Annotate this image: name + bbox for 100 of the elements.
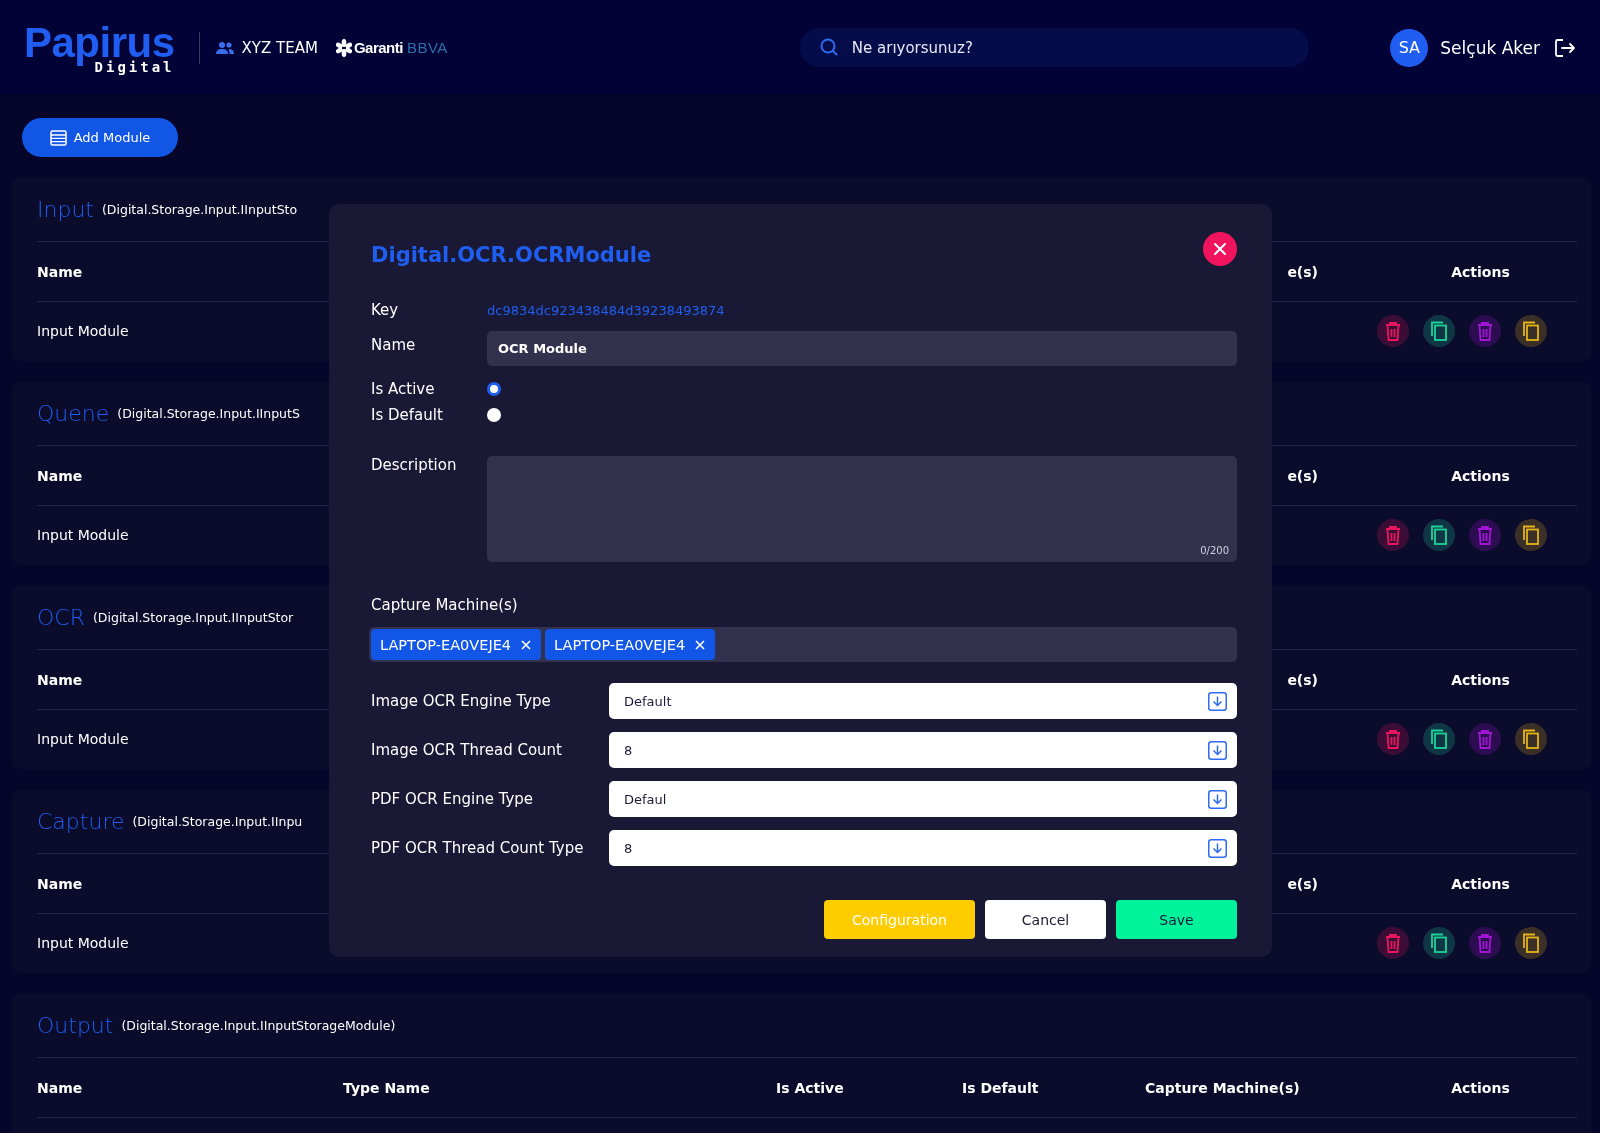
- delete-button[interactable]: [1377, 723, 1409, 755]
- copy-icon: [1522, 933, 1540, 953]
- trash-icon: [1384, 729, 1402, 749]
- dropdown-icon: [1208, 838, 1227, 858]
- copy-button[interactable]: [1515, 315, 1547, 347]
- copy-icon: [1522, 321, 1540, 341]
- section-title: Input: [37, 197, 94, 222]
- section-subtitle: (Digital.Storage.Input.IInpu: [132, 814, 303, 829]
- dropdown-icon: [1208, 691, 1227, 711]
- radio-button[interactable]: [487, 408, 501, 422]
- section-subtitle: (Digital.Storage.Input.IInputStor: [92, 610, 294, 625]
- dropdown-icon: [1208, 789, 1227, 809]
- description-field[interactable]: 0/200: [487, 456, 1237, 562]
- copy-icon: [1522, 525, 1540, 545]
- copy-button[interactable]: [1515, 519, 1547, 551]
- table-cell: Input Module: [37, 935, 129, 951]
- delete-button[interactable]: [1377, 927, 1409, 959]
- flower-icon: [335, 38, 352, 57]
- key-value: dc9834dc923438484d39238493874: [487, 302, 725, 318]
- delete-button[interactable]: [1469, 315, 1501, 347]
- trash-icon: [1476, 729, 1494, 749]
- section-subtitle: (Digital.Storage.Input.IInputSto: [101, 202, 298, 217]
- user-name: Selçuk Aker: [1440, 37, 1540, 58]
- delete-button[interactable]: [1377, 315, 1409, 347]
- section-title: OCR: [37, 605, 85, 630]
- delete-button[interactable]: [1377, 519, 1409, 551]
- dialog-title: Digital.OCR.OCRModule: [371, 243, 652, 267]
- field-label: Name: [371, 336, 417, 354]
- copy-button[interactable]: [1423, 723, 1455, 755]
- delete-button[interactable]: [1469, 519, 1501, 551]
- column-header: Actions: [1450, 1079, 1510, 1096]
- copy-button[interactable]: [1515, 723, 1547, 755]
- column-header: Capture Machine(s): [1145, 1079, 1300, 1096]
- copy-button[interactable]: [1423, 519, 1455, 551]
- name-field[interactable]: OCR Module: [487, 331, 1237, 366]
- save-button[interactable]: Save: [1116, 900, 1237, 939]
- column-header: Is Default: [962, 1079, 1039, 1096]
- delete-button[interactable]: [1469, 927, 1501, 959]
- field-label: Key: [371, 301, 400, 319]
- field-label: Image OCR Thread Count: [371, 741, 563, 759]
- copy-icon: [1430, 933, 1448, 953]
- select-field[interactable]: Defaul: [609, 781, 1237, 817]
- copy-button[interactable]: [1423, 927, 1455, 959]
- capture-machine-field[interactable]: LAPTOP-EA0VEJE4 LAPTOP-EA0VEJE4: [369, 627, 1237, 662]
- column-header: Name: [37, 467, 83, 484]
- column-header: Name: [37, 875, 83, 892]
- column-header: e(s): [1287, 875, 1318, 892]
- column-header: Actions: [1450, 467, 1510, 484]
- trash-icon: [1476, 933, 1494, 953]
- field-label: Is Active: [371, 380, 436, 398]
- trash-icon: [1384, 321, 1402, 341]
- partner-logo-text: Garanti: [353, 39, 403, 56]
- section-title: Output: [37, 1013, 114, 1038]
- cancel-button[interactable]: Cancel: [985, 900, 1106, 939]
- column-header: e(s): [1287, 263, 1318, 280]
- table-cell: Input Module: [37, 527, 129, 543]
- column-header: Actions: [1450, 671, 1510, 688]
- field-label: Description: [371, 456, 458, 474]
- copy-icon: [1430, 321, 1448, 341]
- character-counter: 0/200: [1200, 545, 1229, 556]
- remove-icon[interactable]: [695, 639, 706, 650]
- copy-button[interactable]: [1423, 315, 1455, 347]
- column-header: Name: [37, 263, 83, 280]
- trash-icon: [1384, 525, 1402, 545]
- section-subtitle: (Digital.Storage.Input.IInputStorageModule): [121, 1018, 396, 1033]
- select-field[interactable]: 8: [609, 732, 1237, 768]
- column-header: Type Name: [343, 1079, 430, 1096]
- delete-button[interactable]: [1469, 723, 1501, 755]
- column-header: Name: [37, 671, 83, 688]
- search-field[interactable]: Ne arıyorsunuz?: [799, 28, 1309, 67]
- partner-logo-suffix: BBVA: [406, 39, 448, 56]
- remove-icon[interactable]: [521, 639, 532, 650]
- field-label: PDF OCR Thread Count Type: [371, 839, 585, 857]
- add-module-button[interactable]: Add Module: [22, 118, 178, 157]
- select-field[interactable]: Default: [609, 683, 1237, 719]
- trash-icon: [1476, 525, 1494, 545]
- machine-tag: LAPTOP-EA0VEJE4: [545, 629, 716, 660]
- logout-icon[interactable]: [1554, 37, 1576, 58]
- column-header: Actions: [1450, 263, 1510, 280]
- section-subtitle: (Digital.Storage.Input.IInputS: [117, 406, 300, 421]
- close-icon: [1213, 242, 1227, 256]
- radio-button[interactable]: [487, 382, 501, 396]
- section-title: Capture: [37, 809, 125, 834]
- close-button[interactable]: [1203, 232, 1237, 266]
- table-cell: Input Module: [37, 323, 129, 339]
- machine-tag: LAPTOP-EA0VEJE4: [371, 629, 542, 660]
- column-header: Actions: [1450, 875, 1510, 892]
- section-title: Quene: [37, 401, 110, 426]
- copy-button[interactable]: [1515, 927, 1547, 959]
- column-header: e(s): [1287, 671, 1318, 688]
- field-label: Is Default: [371, 406, 444, 424]
- field-label: Image OCR Engine Type: [371, 692, 552, 710]
- table-cell: Input Module: [37, 731, 129, 747]
- team-icon: [215, 41, 234, 54]
- column-header: Is Active: [776, 1079, 844, 1096]
- field-label: Capture Machine(s): [371, 596, 519, 614]
- trash-icon: [1476, 321, 1494, 341]
- search-icon: [819, 38, 838, 56]
- user-avatar[interactable]: SA: [1390, 28, 1429, 67]
- select-field[interactable]: 8: [609, 830, 1237, 866]
